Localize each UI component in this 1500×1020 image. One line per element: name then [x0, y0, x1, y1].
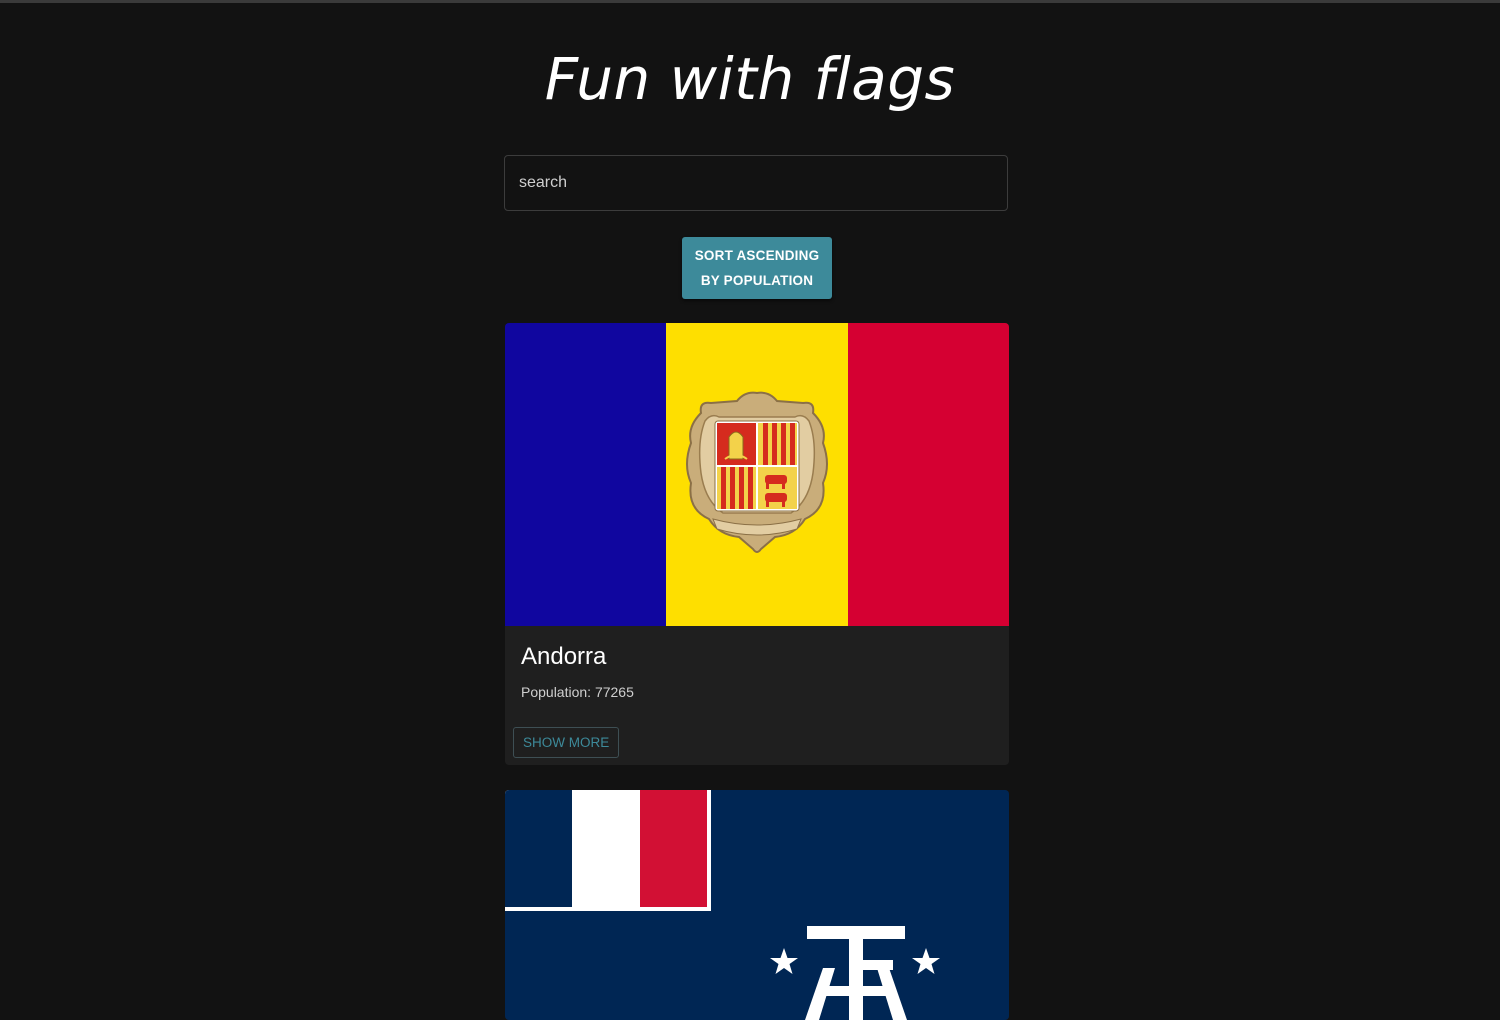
window-top-border	[0, 0, 1500, 3]
french-southern-territories-flag-icon	[505, 790, 1009, 1020]
andorra-flag-icon	[505, 323, 1009, 626]
country-card: Andorra Population: 77265 SHOW MORE	[505, 323, 1009, 765]
country-card	[505, 790, 1009, 1020]
show-more-button[interactable]: SHOW MORE	[513, 727, 620, 758]
country-population: Population: 77265	[521, 684, 634, 700]
search-input[interactable]	[504, 155, 1008, 211]
country-name: Andorra	[521, 643, 607, 670]
sort-population-button[interactable]: SORT ASCENDING BY POPULATION	[682, 237, 832, 299]
page-title: Fun with flags	[544, 45, 956, 113]
